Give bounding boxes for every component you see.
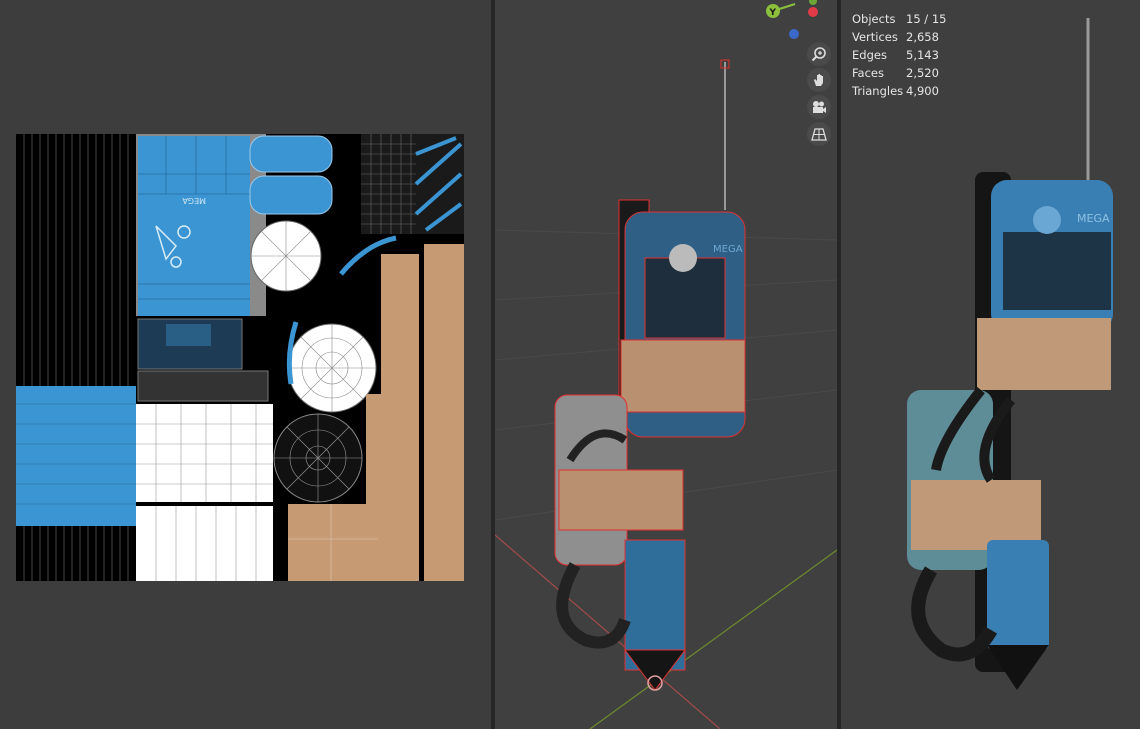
uv-texture-atlas[interactable]: MEGA <box>16 134 464 581</box>
viewport-solid[interactable]: MEGA Y <box>495 0 837 729</box>
stat-label: Objects <box>852 12 896 26</box>
svg-text:MEGA: MEGA <box>1077 212 1110 225</box>
svg-text:MEGA: MEGA <box>182 196 206 205</box>
stat-row-edges: Edges 5,143 <box>852 46 946 64</box>
stat-value: 4,900 <box>906 84 939 98</box>
stat-row-triangles: Triangles 4,900 <box>852 82 946 100</box>
stat-label: Faces <box>852 66 884 80</box>
zoom-icon[interactable] <box>807 42 831 66</box>
stat-value: 2,520 <box>906 66 939 80</box>
uv-editor-panel[interactable]: MEGA <box>0 0 491 729</box>
svg-text:MEGA: MEGA <box>713 244 743 255</box>
stat-row-vertices: Vertices 2,658 <box>852 28 946 46</box>
z-axis-handle[interactable] <box>789 29 799 39</box>
perspective-grid-icon[interactable] <box>807 122 831 146</box>
stat-label: Triangles <box>852 84 904 98</box>
stat-label: Vertices <box>852 30 898 44</box>
y-axis-label: Y <box>769 8 777 18</box>
stat-row-objects: Objects 15 / 15 <box>852 10 946 28</box>
stat-value: 15 / 15 <box>906 12 947 26</box>
stat-label: Edges <box>852 48 887 62</box>
stat-value: 2,658 <box>906 30 939 44</box>
statistics-overlay: Objects 15 / 15 Vertices 2,658 Edges 5,143 … <box>852 10 946 100</box>
navigation-gizmos <box>805 0 835 150</box>
rendered-scene: MEGA <box>907 18 1113 690</box>
hand-pan-icon[interactable] <box>807 68 831 92</box>
stat-row-faces: Faces 2,520 <box>852 64 946 82</box>
stat-value: 5,143 <box>906 48 939 62</box>
solid-scene: MEGA <box>495 59 837 729</box>
camera-icon[interactable] <box>807 95 831 119</box>
viewport-rendered[interactable]: MEGA <box>841 0 1140 729</box>
